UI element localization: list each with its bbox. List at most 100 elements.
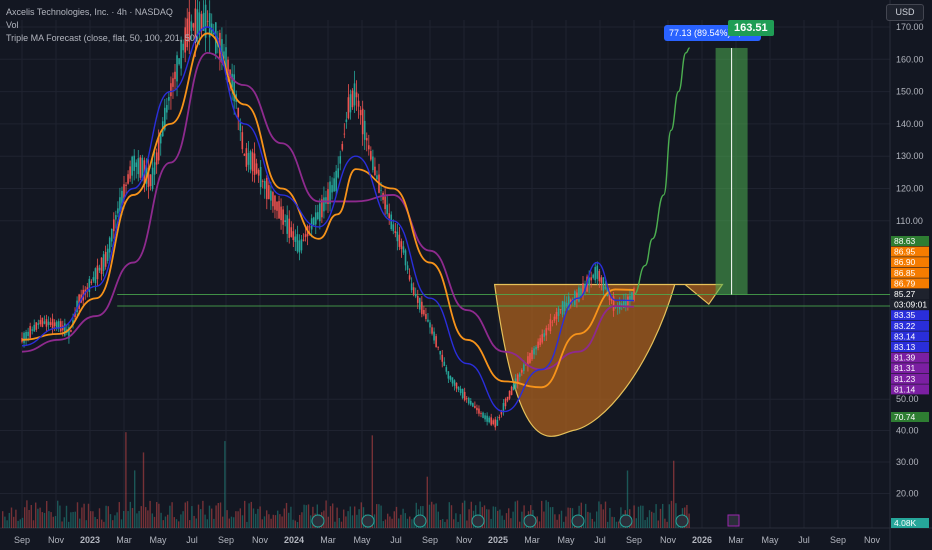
candle-body [600,277,603,283]
candle-body [380,189,382,191]
volume-bar [145,507,147,528]
candle-body [115,215,117,220]
volume-bar [142,452,145,528]
candle-body [247,153,250,165]
volume-bar [52,516,54,528]
volume-bar [549,507,552,528]
volume-bar [39,507,41,528]
volume-bar [505,513,508,528]
volume-bar [37,508,39,528]
volume-bar [197,504,200,528]
candle-body [113,219,115,232]
earnings-marker[interactable] [619,514,633,528]
candle-body [410,283,413,291]
volume-bar [116,512,118,528]
volume-bar [96,518,98,528]
ma-indicator-label[interactable]: Triple MA Forecast (close, flat, 50, 100… [6,32,198,45]
earnings-marker[interactable] [361,514,375,528]
volume-bar [151,513,153,528]
volume-bar [613,517,615,528]
volume-bar [651,511,653,528]
candle-body [529,352,531,363]
volume-bar [246,521,248,528]
volume-bar [593,521,596,528]
volume-bar [288,512,290,528]
volume-bar [118,502,120,528]
future-earnings-marker[interactable] [727,514,740,527]
volume-bar [611,516,613,528]
time-axis-tick: May [353,535,371,545]
earnings-marker[interactable] [675,514,689,528]
price-chart[interactable]: 170.00 160.00 150.00 140.00 130.00 120.00 110.… [0,0,932,550]
volume-indicator-label[interactable]: Vol [6,19,198,32]
volume-bar [35,502,37,528]
volume-bar [457,521,459,528]
volume-bar [536,516,538,528]
candle-body [106,248,109,262]
candle-body [133,155,135,171]
candle-body [565,302,568,307]
volume-bar [556,519,558,528]
candle-body [492,420,495,425]
candle-body [249,151,252,170]
symbol-title[interactable]: Axcelis Technologies, Inc. · 4h · NASDAQ [6,6,198,19]
volume-bar [211,508,213,528]
price-axis-tick: 50.00 [896,394,919,404]
volume-bar [182,511,184,528]
candle-body [25,332,27,340]
time-axis-tick: Sep [626,535,642,545]
time-axis-tick: Jul [186,535,198,545]
candle-body [353,83,356,106]
candle-body [325,197,327,204]
candle-body [433,331,435,341]
time-axis-tick: Sep [14,535,30,545]
candle-body [457,386,460,390]
currency-button[interactable]: USD [886,4,924,21]
volume-bar [338,517,340,528]
volume-bar [228,518,230,528]
price-axis-tick: 120.00 [896,184,924,194]
candle-body [455,382,458,389]
volume-bar [70,512,72,528]
volume-bar [395,506,398,528]
volume-bar [292,519,294,528]
volume-bar [499,509,501,528]
volume-bar [615,521,618,528]
volume-bar [560,510,563,528]
volume-bar [268,514,270,528]
candle-body [594,267,597,281]
volume-bar [688,513,690,528]
time-axis-tick: Nov [864,535,881,545]
candle-body [35,322,38,330]
volume-bar [552,507,554,528]
candle-body [280,206,282,221]
earnings-marker[interactable] [413,514,427,528]
volume-bar [103,521,105,528]
candle-body [394,231,397,234]
earnings-marker[interactable] [571,514,585,528]
candle-body [166,105,168,113]
candle-body [498,416,501,419]
candle-body [70,329,72,332]
volume-bar [659,508,662,528]
price-axis-tick: 160.00 [896,54,924,64]
volume-bar [637,506,640,528]
volume-bar [349,506,351,528]
volume-bar [642,505,644,528]
price-axis-value-label: 86.85 [894,268,916,278]
earnings-marker[interactable] [523,514,537,528]
volume-bar [30,504,32,528]
candle-body [31,329,33,331]
volume-bar [567,507,569,528]
volume-bar [591,518,593,528]
candle-body [431,327,433,334]
volume-bar [283,508,285,528]
candle-body [341,144,344,150]
earnings-marker[interactable] [471,514,485,528]
volume-bar [274,515,277,528]
volume-bar [149,500,151,528]
earnings-marker[interactable] [311,514,325,528]
candle-body [270,190,272,201]
volume-bar [13,516,15,528]
volume-bar [17,520,19,528]
